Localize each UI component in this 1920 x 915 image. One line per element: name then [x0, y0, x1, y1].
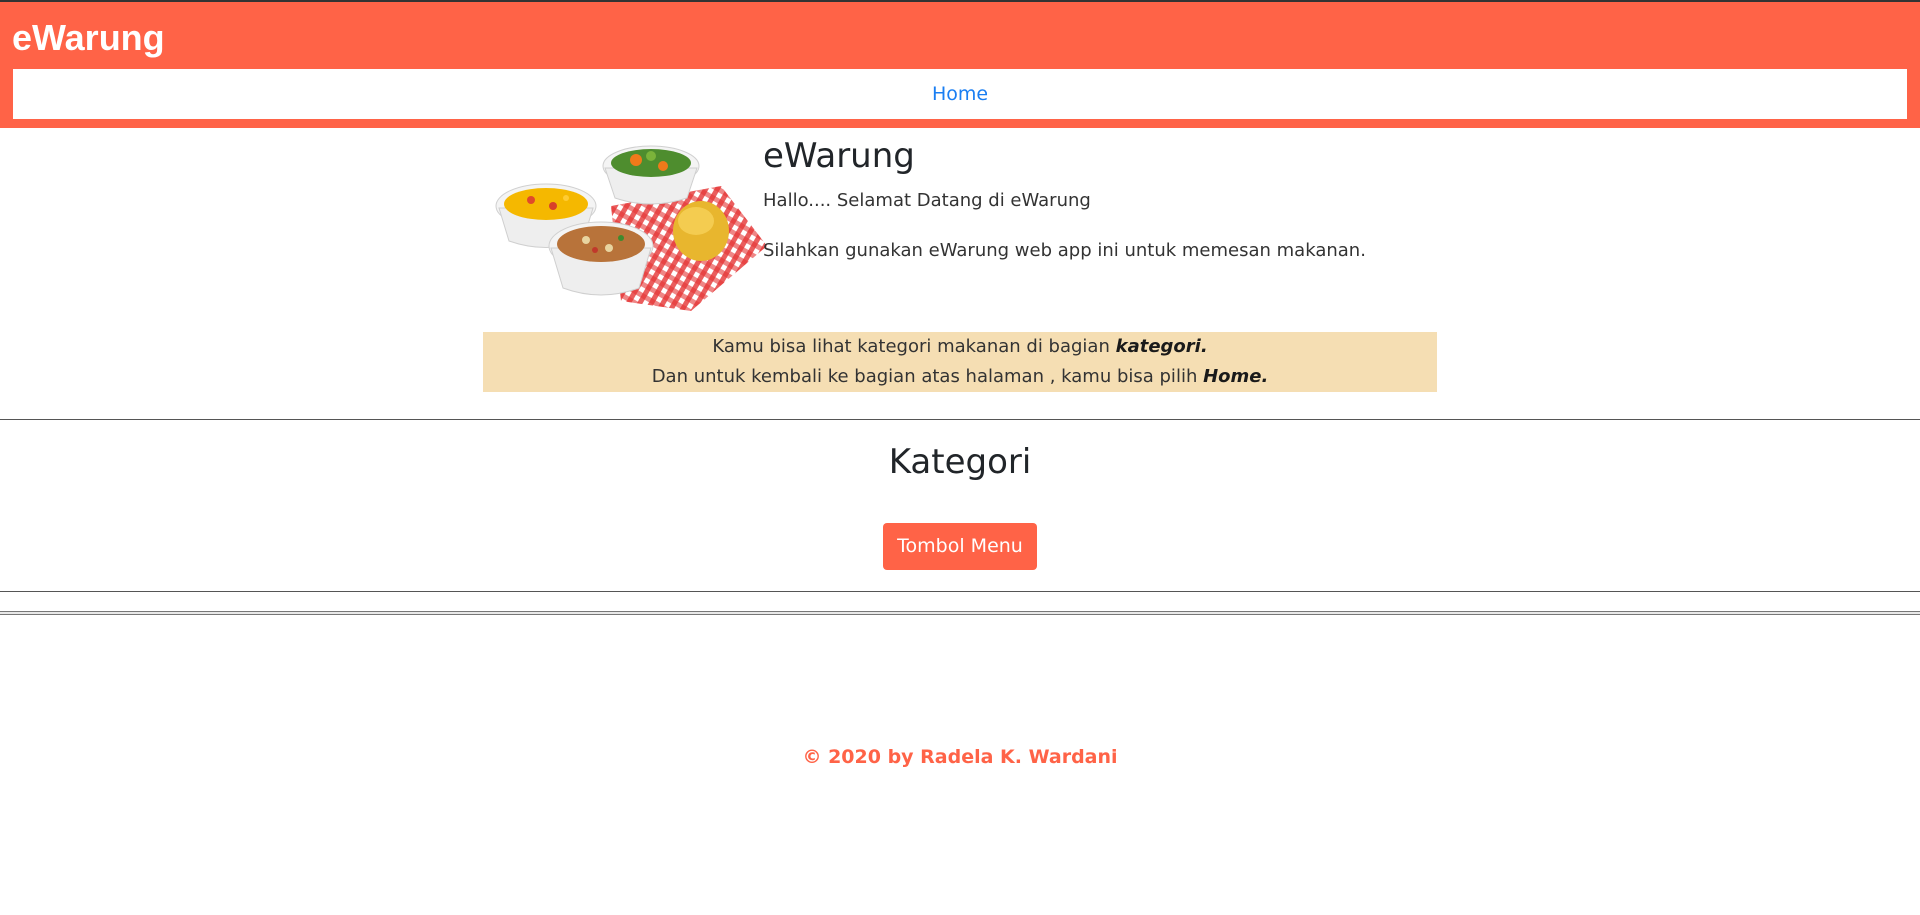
divider-middle	[0, 591, 1920, 592]
notice-line-1: Kamu bisa lihat kategori makanan di bagi…	[483, 332, 1437, 362]
notice-line-2: Dan untuk kembali ke bagian atas halaman…	[483, 362, 1437, 392]
footer-copyright: © 2020 by Radela K. Wardani	[802, 746, 1118, 768]
greeting-text: Hallo.... Selamat Datang di eWarung	[763, 190, 1091, 211]
notice-line-1-text: Kamu bisa lihat kategori makanan di bagi…	[712, 336, 1116, 357]
food-image	[495, 145, 767, 311]
notice-home-emphasis: Home.	[1203, 366, 1269, 387]
divider-double	[0, 611, 1920, 615]
site-header: eWarung Home	[0, 0, 1920, 128]
instruction-text: Silahkan gunakan eWarung web app ini unt…	[763, 240, 1366, 261]
intro-section: eWarung Hallo.... Selamat Datang di eWar…	[483, 128, 1437, 323]
nav-home-link[interactable]: Home	[932, 69, 988, 119]
menu-button[interactable]: Tombol Menu	[883, 523, 1037, 570]
info-notice: Kamu bisa lihat kategori makanan di bagi…	[483, 332, 1437, 392]
intro-title: eWarung	[763, 136, 915, 176]
brand-logo[interactable]: eWarung	[12, 16, 165, 60]
main-nav: Home	[13, 69, 1907, 119]
kategori-heading: Kategori	[888, 442, 1032, 482]
intro-text: eWarung Hallo.... Selamat Datang di eWar…	[763, 128, 1366, 264]
notice-line-2-text: Dan untuk kembali ke bagian atas halaman…	[651, 366, 1204, 387]
notice-kategori-emphasis: kategori.	[1115, 336, 1208, 357]
divider-top	[0, 419, 1920, 420]
